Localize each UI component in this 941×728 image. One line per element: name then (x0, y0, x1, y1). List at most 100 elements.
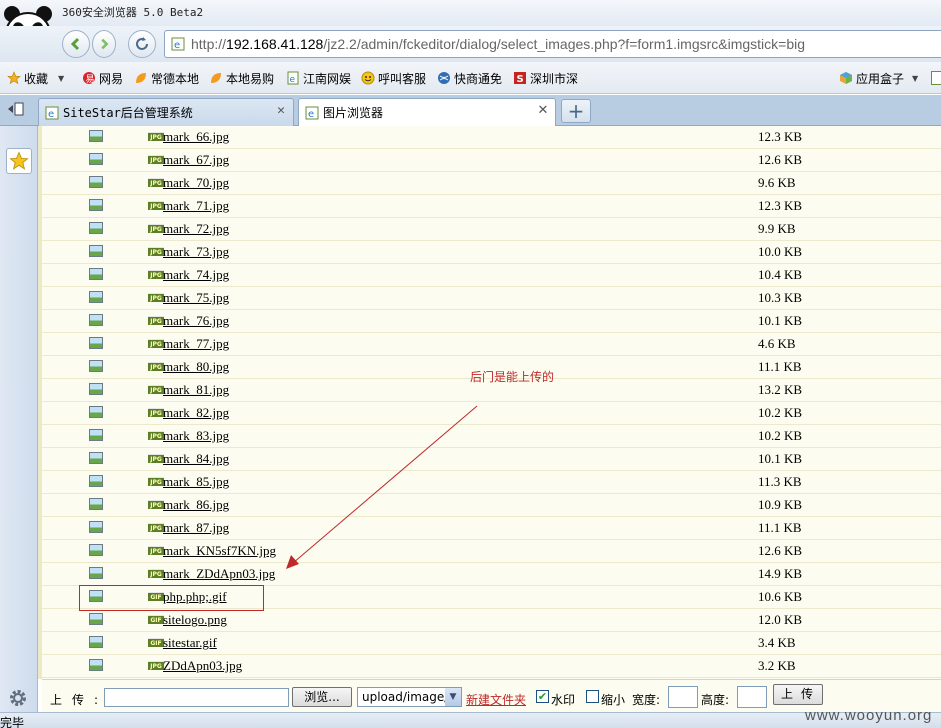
image-preview-icon[interactable] (89, 360, 103, 372)
tab-image-browser[interactable]: e 图片浏览器 ✕ (298, 98, 556, 126)
file-name-link[interactable]: mark_85.jpg (163, 474, 229, 490)
forward-button[interactable] (92, 30, 116, 58)
upload-folder-select[interactable]: upload/image/ ▼ (357, 687, 462, 707)
sidebar-favorites-button[interactable] (6, 148, 32, 174)
file-name-link[interactable]: mark_66.jpg (163, 129, 229, 145)
file-row: JPG mark_84.jpg 10.1 KB (42, 448, 941, 471)
image-preview-icon[interactable] (89, 383, 103, 395)
file-row: JPG mark_82.jpg 10.2 KB (42, 402, 941, 425)
back-button[interactable] (62, 30, 90, 58)
jpg-file-icon: JPG (148, 270, 164, 279)
file-row: GIF sitelogo.png 12.0 KB (42, 609, 941, 632)
file-size: 10.1 KB (758, 313, 803, 328)
file-name-link[interactable]: mark_KN5sf7KN.jpg (163, 543, 276, 559)
bookmark-item[interactable]: e 江南网娱 (286, 69, 351, 87)
file-name-link[interactable]: mark_77.jpg (163, 336, 229, 352)
image-preview-icon[interactable] (89, 314, 103, 326)
file-name-link[interactable]: ZDdApn03.jpg (163, 658, 242, 674)
chevron-down-icon: ▼ (445, 688, 461, 706)
image-preview-icon[interactable] (89, 613, 103, 625)
file-name-link[interactable]: mark_81.jpg (163, 382, 229, 398)
sidebar-toggle-button[interactable] (6, 102, 26, 118)
file-name-link[interactable]: mark_70.jpg (163, 175, 229, 191)
bookmark-item[interactable]: 本地易购 (209, 69, 274, 87)
file-name-link[interactable]: mark_83.jpg (163, 428, 229, 444)
address-bar[interactable]: e http://192.168.41.128/jz2.2/admin/fcke… (164, 30, 941, 58)
file-name-link[interactable]: mark_86.jpg (163, 497, 229, 513)
file-name-link[interactable]: mark_80.jpg (163, 359, 229, 375)
image-preview-icon[interactable] (89, 268, 103, 280)
bookmark-item[interactable]: 呼叫客服 (361, 69, 426, 87)
file-name-link[interactable]: mark_82.jpg (163, 405, 229, 421)
tab-close-icon[interactable]: ✕ (537, 104, 549, 117)
image-preview-icon[interactable] (89, 406, 103, 418)
file-name-link[interactable]: mark_73.jpg (163, 244, 229, 260)
upload-file-input[interactable] (104, 688, 289, 707)
file-name-link[interactable]: sitelogo.png (163, 612, 227, 628)
window-title: 360安全浏览器 5.0 Beta2 (62, 6, 204, 19)
file-name-link[interactable]: mark_72.jpg (163, 221, 229, 237)
image-preview-icon[interactable] (89, 452, 103, 464)
file-name-link[interactable]: mark_75.jpg (163, 290, 229, 306)
file-row: JPG mark_75.jpg 10.3 KB (42, 287, 941, 310)
gif-file-icon: GIF (148, 638, 164, 647)
file-name-link[interactable]: mark_ZDdApn03.jpg (163, 566, 275, 582)
image-preview-icon[interactable] (89, 130, 103, 142)
image-preview-icon[interactable] (89, 176, 103, 188)
image-preview-icon[interactable] (89, 544, 103, 556)
image-preview-icon[interactable] (89, 567, 103, 579)
new-folder-link[interactable]: 新建文件夹 (466, 691, 526, 708)
file-name-link[interactable]: mark_71.jpg (163, 198, 229, 214)
image-preview-icon[interactable] (89, 337, 103, 349)
svg-text:S: S (517, 74, 524, 85)
file-size: 10.3 KB (758, 290, 803, 305)
file-name-link[interactable]: mark_84.jpg (163, 451, 229, 467)
image-preview-icon[interactable] (89, 429, 103, 441)
netease-icon: 易 (83, 72, 95, 85)
bookmark-item[interactable]: 易 网易 (82, 69, 123, 87)
file-name-link[interactable]: mark_76.jpg (163, 313, 229, 329)
image-preview-icon[interactable] (89, 521, 103, 533)
image-preview-icon[interactable] (89, 291, 103, 303)
image-preview-icon[interactable] (89, 153, 103, 165)
watermark-label: 水印 (551, 693, 576, 707)
file-row: JPG mark_KN5sf7KN.jpg 12.6 KB (42, 540, 941, 563)
gear-icon[interactable] (8, 688, 28, 708)
image-preview-icon[interactable] (89, 199, 103, 211)
jpg-file-icon: JPG (148, 224, 164, 233)
svg-text:e: e (308, 109, 314, 120)
width-input[interactable] (668, 686, 698, 708)
leaf-icon (211, 73, 221, 83)
jpg-file-icon: JPG (148, 132, 164, 141)
file-row: JPG mark_76.jpg 10.1 KB (42, 310, 941, 333)
upload-submit-button[interactable]: 上传 (773, 684, 823, 705)
image-preview-icon[interactable] (89, 659, 103, 671)
new-tab-button[interactable]: + (561, 99, 591, 123)
bookmark-item[interactable]: 快商通免 (437, 69, 502, 87)
file-name-link[interactable]: mark_67.jpg (163, 152, 229, 168)
height-input[interactable] (737, 686, 767, 708)
browse-button[interactable]: 浏览... (292, 687, 352, 707)
file-size: 11.3 KB (758, 474, 802, 489)
bookmark-item[interactable]: S 深圳市深 (513, 69, 578, 87)
image-preview-icon[interactable] (89, 245, 103, 257)
jpg-file-icon: JPG (148, 316, 164, 325)
jpg-file-icon: JPG (148, 431, 164, 440)
image-preview-icon[interactable] (89, 222, 103, 234)
refresh-button[interactable] (128, 30, 156, 58)
gif-file-icon: GIF (148, 615, 164, 624)
favorites-menu[interactable]: 收藏 ▼ (7, 69, 64, 87)
file-name-link[interactable]: mark_74.jpg (163, 267, 229, 283)
jpg-file-icon: JPG (148, 661, 164, 670)
file-name-link[interactable]: sitestar.gif (163, 635, 217, 651)
image-preview-icon[interactable] (89, 498, 103, 510)
tab-close-icon[interactable]: ✕ (275, 104, 287, 117)
image-preview-icon[interactable] (89, 636, 103, 648)
bookmark-item[interactable]: 常德本地 (134, 69, 199, 87)
thumbnail-checkbox[interactable] (586, 690, 599, 703)
watermark-checkbox[interactable]: ✔ (536, 690, 549, 703)
image-preview-icon[interactable] (89, 475, 103, 487)
file-name-link[interactable]: mark_87.jpg (163, 520, 229, 536)
tab-sitestar-admin[interactable]: e SiteStar后台管理系统 ✕ (38, 98, 294, 126)
app-box-button[interactable]: 应用盒子 ▼ (839, 69, 918, 87)
